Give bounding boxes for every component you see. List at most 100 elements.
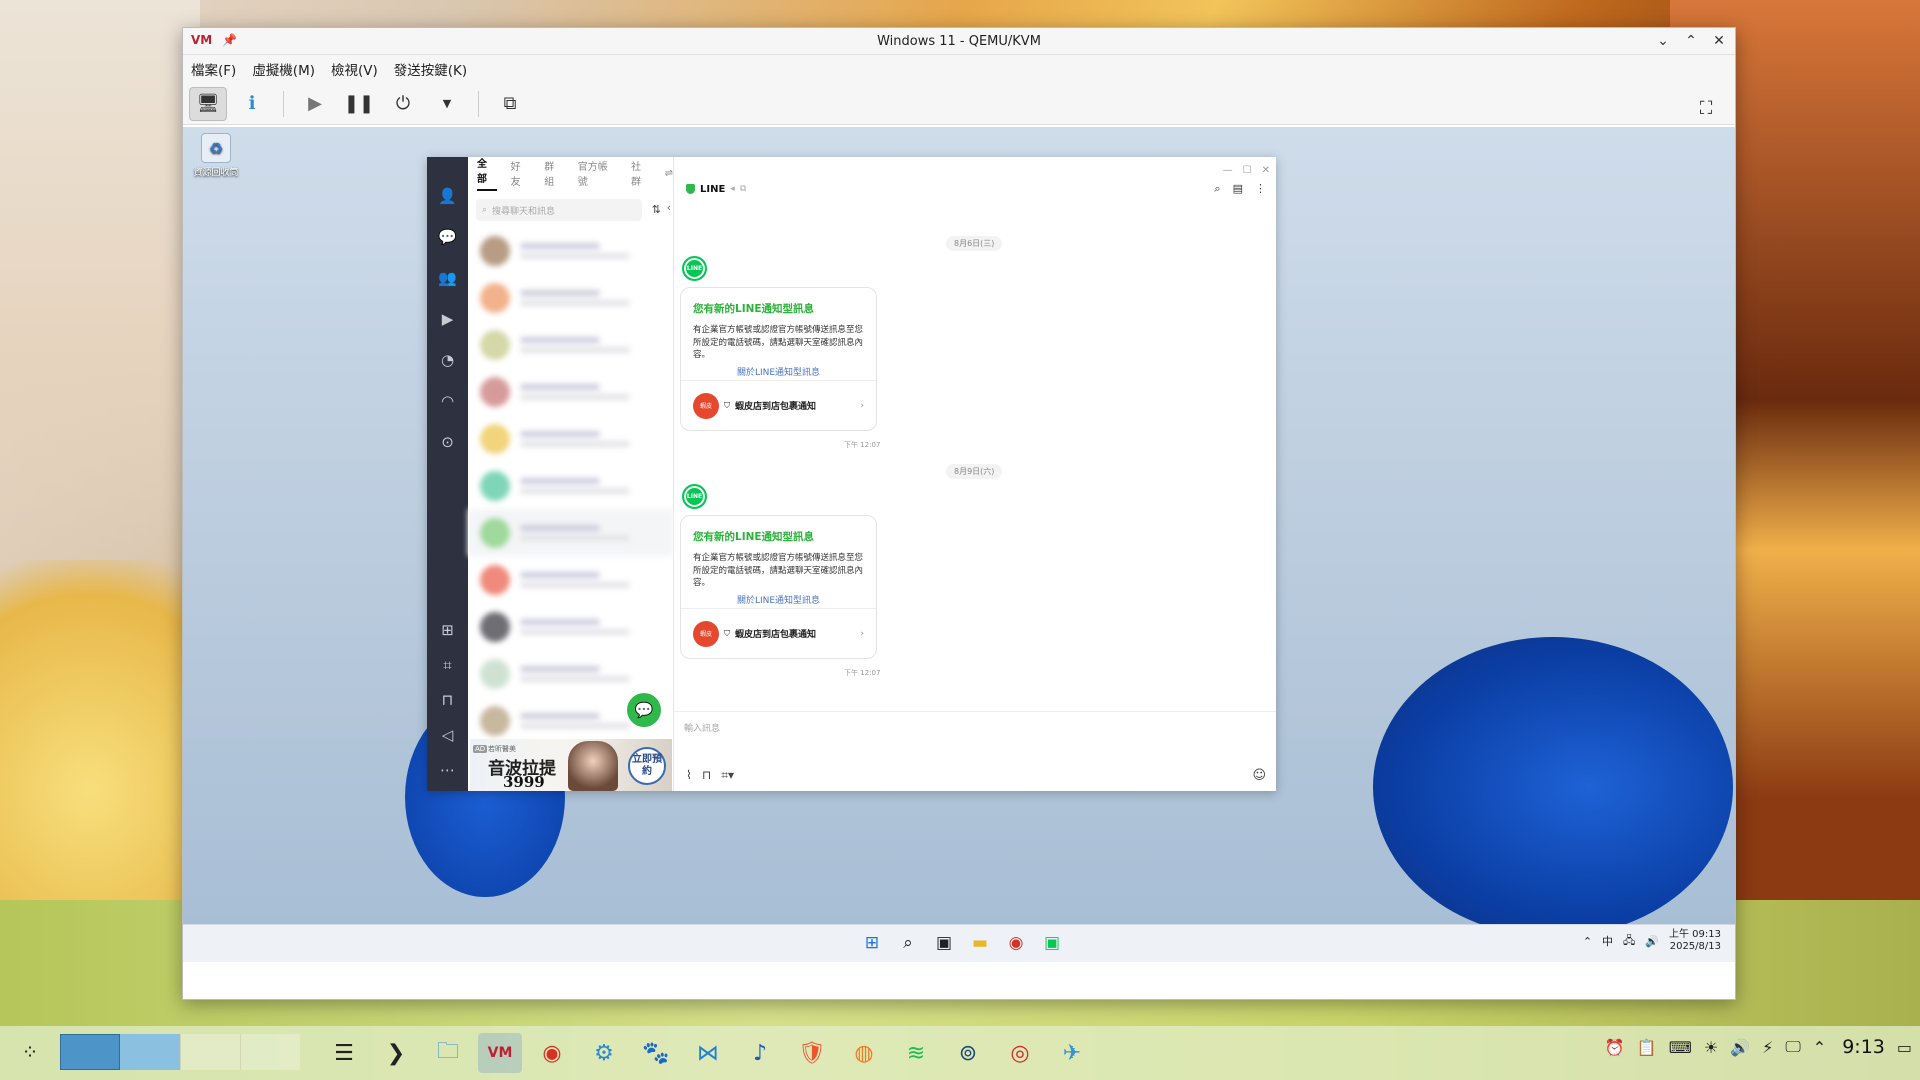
- tab-friends[interactable]: 好友: [511, 158, 531, 188]
- brightness-icon[interactable]: ☀: [1704, 1038, 1718, 1057]
- card-link[interactable]: 關於LINE通知型訊息: [681, 593, 876, 606]
- chats-icon[interactable]: 💬: [437, 226, 459, 248]
- card-footer[interactable]: 蝦皮 ⛉ 蝦皮店到店包裹通知 ›: [681, 608, 876, 658]
- filter-icon[interactable]: ⇌: [665, 168, 673, 179]
- guest-search-icon[interactable]: ⌕: [894, 929, 922, 957]
- speaker-icon[interactable]: 🔊: [1645, 935, 1659, 948]
- tray-chevron-icon[interactable]: ⌃: [1583, 935, 1592, 948]
- settings-gear-icon[interactable]: ⚙: [582, 1033, 626, 1073]
- voom-icon[interactable]: ▶: [437, 308, 459, 330]
- chrome-taskbar-icon[interactable]: ◉: [530, 1033, 574, 1073]
- new-chat-button[interactable]: 💬: [627, 693, 661, 727]
- fullscreen-button[interactable]: ⛶: [1687, 91, 1725, 125]
- menu-file[interactable]: 檔案(F): [191, 59, 236, 79]
- list-item[interactable]: [468, 274, 673, 321]
- virt-manager-taskbar-icon[interactable]: VM: [478, 1033, 522, 1073]
- line-avatar-icon[interactable]: LINE: [682, 256, 707, 281]
- joplin-icon[interactable]: ♪: [738, 1033, 782, 1073]
- close-button[interactable]: ✕: [1709, 31, 1729, 51]
- chat-menu-icon[interactable]: ⋮: [1255, 182, 1266, 196]
- notification-card[interactable]: 您有新的LINE通知型訊息 有企業官方帳號或認證官方帳號傳送訊息至您所設定的電話…: [680, 515, 877, 659]
- windows-start-icon[interactable]: ⊞: [858, 929, 886, 957]
- list-item[interactable]: [468, 368, 673, 415]
- maximize-button[interactable]: ⌃: [1681, 31, 1701, 51]
- bookmark-icon[interactable]: ⊓: [437, 689, 459, 711]
- details-view-button[interactable]: ℹ: [233, 87, 271, 121]
- minimize-button[interactable]: ⌄: [1653, 31, 1673, 51]
- sort-icon[interactable]: ⇅: [652, 203, 661, 216]
- list-item[interactable]: [468, 556, 673, 603]
- chrome-icon[interactable]: ◉: [1002, 929, 1030, 957]
- menu-vm[interactable]: 虛擬機(M): [252, 59, 315, 79]
- menu-view[interactable]: 檢視(V): [331, 59, 378, 79]
- run-button[interactable]: ▶: [296, 87, 334, 121]
- display-icon[interactable]: 🖵: [1785, 1037, 1800, 1057]
- guest-clock[interactable]: 上午 09:13 2025/8/13: [1669, 929, 1721, 953]
- pause-button[interactable]: ❚❚: [340, 87, 378, 121]
- list-item[interactable]: [468, 603, 673, 650]
- volume-icon[interactable]: ◁: [437, 724, 459, 746]
- list-item[interactable]: [468, 227, 673, 274]
- console-view-button[interactable]: 🖥: [189, 86, 227, 121]
- desktop-2[interactable]: [120, 1034, 180, 1070]
- spotify-icon[interactable]: ≋: [894, 1033, 938, 1073]
- files-icon[interactable]: 🗀: [426, 1033, 470, 1073]
- menu-send-key[interactable]: 發送按鍵(K): [394, 59, 467, 79]
- gimp-icon[interactable]: 🐾: [634, 1033, 678, 1073]
- snapshots-button[interactable]: ⧉: [491, 87, 529, 121]
- call-icon[interactable]: ◠: [437, 390, 459, 412]
- virtual-desktop-pager[interactable]: [60, 1034, 300, 1070]
- line-avatar-icon[interactable]: LINE: [682, 484, 707, 509]
- notifications-icon[interactable]: ⏰: [1605, 1038, 1625, 1057]
- chat-search-input[interactable]: ⌕ 搜尋聊天和訊息: [476, 199, 642, 221]
- host-clock[interactable]: 9:13: [1842, 1036, 1885, 1058]
- profile-icon[interactable]: 👤: [437, 185, 459, 207]
- power-button[interactable]: ⏻: [384, 87, 422, 121]
- screenshot-icon[interactable]: ⌗▾: [721, 768, 734, 783]
- card-footer[interactable]: 蝦皮 ⛉ 蝦皮店到店包裹通知 ›: [681, 380, 876, 430]
- desktop-3[interactable]: [180, 1034, 240, 1070]
- opera-icon[interactable]: ◎: [998, 1033, 1042, 1073]
- volume-tray-icon[interactable]: 🔊: [1730, 1038, 1750, 1057]
- brave-icon[interactable]: 🛡: [790, 1033, 834, 1073]
- line-taskbar-icon[interactable]: ▣: [1038, 929, 1066, 957]
- notes-icon[interactable]: ▤: [1233, 182, 1243, 196]
- input-lang-indicator[interactable]: 中: [1602, 933, 1613, 949]
- clipboard-icon[interactable]: 📋: [1637, 1038, 1657, 1057]
- terminal-icon[interactable]: ❯: [374, 1033, 418, 1073]
- more-icon[interactable]: ⋯: [437, 759, 459, 781]
- desktop-1[interactable]: [60, 1034, 120, 1070]
- tab-groups[interactable]: 群組: [544, 158, 564, 188]
- crop-icon[interactable]: ⌗: [437, 654, 459, 676]
- bookmark-icon[interactable]: ⊓: [702, 768, 711, 783]
- tab-community[interactable]: 社群: [631, 158, 651, 188]
- system-settings-icon[interactable]: ☰: [322, 1033, 366, 1073]
- network-icon[interactable]: 🖧: [1623, 932, 1635, 951]
- guest-display[interactable]: ♻ 資源回收筒 👤 💬 👥 ▶ ◔ ◠ ⊙ ⊞ ⌗ ⊓ ◁ ⋯ 全部 好友 群組…: [183, 127, 1735, 962]
- list-item[interactable]: [468, 650, 673, 697]
- list-item[interactable]: [468, 415, 673, 462]
- notification-card[interactable]: 您有新的LINE通知型訊息 有企業官方帳號或認證官方帳號傳送訊息至您所設定的電話…: [680, 287, 877, 431]
- attach-icon[interactable]: ⌇: [686, 768, 692, 783]
- kdeconnect-icon[interactable]: ⚡: [1762, 1038, 1773, 1057]
- power-menu-chevron-icon[interactable]: ▼: [428, 87, 466, 121]
- task-view-icon[interactable]: ▣: [930, 929, 958, 957]
- line-services-icon[interactable]: ⊙: [437, 431, 459, 453]
- steam-icon[interactable]: ⊚: [946, 1033, 990, 1073]
- file-explorer-icon[interactable]: ▬: [966, 929, 994, 957]
- network-manager-icon[interactable]: ✈: [1050, 1033, 1094, 1073]
- vscode-icon[interactable]: ⋈: [686, 1033, 730, 1073]
- card-link[interactable]: 關於LINE通知型訊息: [681, 365, 876, 378]
- message-input[interactable]: 輸入訊息 ⌇ ⊓ ⌗▾ ☺: [674, 711, 1276, 791]
- app-launcher-icon[interactable]: ⁘: [10, 1040, 50, 1064]
- add-friend-icon[interactable]: 👥: [437, 267, 459, 289]
- emoji-icon[interactable]: ☺: [1252, 768, 1266, 783]
- tray-expand-icon[interactable]: ⌃: [1813, 1038, 1826, 1057]
- keyboard-icon[interactable]: ⌨: [1669, 1038, 1692, 1057]
- desktop-4[interactable]: [240, 1034, 300, 1070]
- recycle-bin-shortcut[interactable]: ♻ 資源回收筒: [191, 133, 241, 178]
- add-video-icon[interactable]: ⊞: [437, 619, 459, 641]
- pin-icon[interactable]: 📌: [222, 33, 237, 47]
- chat-search-icon[interactable]: ⌕: [1214, 182, 1220, 196]
- list-item[interactable]: [468, 321, 673, 368]
